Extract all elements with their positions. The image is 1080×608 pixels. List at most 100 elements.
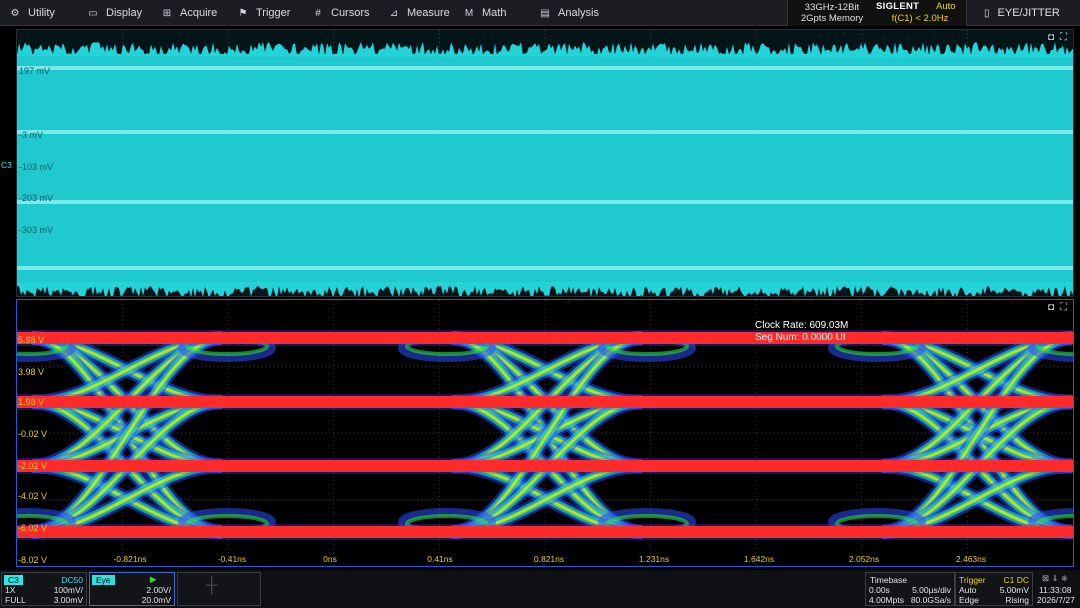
measure-icon: ⊿ (387, 8, 401, 19)
eye-x-label: 2.052ns (834, 554, 894, 564)
y-axis-label: -203 mV (19, 193, 53, 203)
clock-rate-label: Clock Rate: 609.03M (755, 320, 848, 332)
sample-rate: 80.0GSa/s (911, 595, 951, 605)
camera-icon[interactable]: ◘ (1048, 32, 1054, 43)
eye-x-label: 0.41ns (410, 554, 470, 564)
network-icon: ⊠ ⇓ ⎈ (1042, 573, 1068, 583)
monitor-icon: ▭ (86, 8, 100, 19)
acquire-icon: ⊞ (160, 8, 174, 19)
channel-marker[interactable]: C3 (1, 160, 12, 170)
menu-math[interactable]: Μ Math (462, 0, 506, 26)
eye-info: Clock Rate: 609.03M Seg Num: 0.0000 UI (755, 320, 848, 344)
clock-time: 11:33:08 (1039, 585, 1071, 595)
menu-trigger[interactable]: ⚑ Trigger (236, 0, 290, 26)
memory-label: 2Gpts Memory (794, 13, 870, 24)
fullscreen-icon[interactable]: ⛶ (1060, 302, 1067, 313)
timebase-title: Timebase (870, 575, 907, 585)
system-clock: ⊠ ⇓ ⎈ 11:33:08 2026/7/27 (1034, 572, 1080, 606)
timebase-delay: 0.00s (869, 585, 890, 595)
flag-icon: ⚑ (236, 8, 250, 19)
eye-x-label: 1.231ns (624, 554, 684, 564)
bandwidth-label: 33GHz-12Bit (794, 2, 870, 13)
bandwidth-limit: FULL (5, 595, 26, 605)
eye-x-label: 0.821ns (519, 554, 579, 564)
cursor-grid-icon: # (311, 8, 325, 19)
waveform-level-line (17, 130, 1073, 134)
brand-logo: SIGLENT (876, 1, 919, 12)
menu-measure[interactable]: ⊿ Measure (387, 0, 450, 26)
menu-display[interactable]: ▭ Display (86, 0, 142, 26)
menu-utility[interactable]: ⚙ Utility (8, 0, 55, 26)
eye-name: Eye (92, 575, 115, 585)
timebase-settings[interactable]: Timebase 0.00s 5.00µs/div 4.00Mpts 80.0G… (865, 572, 955, 606)
eye-x-label: 2.463ns (941, 554, 1001, 564)
eye-y-label: -0.02 V (18, 429, 47, 439)
math-icon: Μ (462, 8, 476, 19)
eye-y-label: 3.98 V (18, 367, 44, 377)
trigger-type: Edge (959, 595, 979, 605)
eye-y-label: -8.02 V (18, 555, 47, 565)
document-icon: ▯ (984, 8, 990, 19)
waveform-panel[interactable]: 197 mV -3 mV -103 mV -203 mV -303 mV ◘ ⛶ (16, 29, 1074, 297)
trigger-source: C1 DC (1003, 575, 1029, 585)
vertical-offset: 3.00mV (54, 595, 83, 605)
eye-y-label: -2.02 V (18, 461, 47, 471)
eye-x-label: 1.642ns (729, 554, 789, 564)
frequency-readout: f(C1) < 2.0Hz (874, 13, 966, 24)
trigger-title: Trigger (959, 575, 986, 585)
waveform-level-line (17, 200, 1073, 204)
waveform-level-line (17, 66, 1073, 70)
add-channel-slot[interactable]: ┼ (177, 572, 261, 606)
crosshair-icon: ┼ (206, 581, 217, 591)
channel-3-settings[interactable]: C3 DC50 1X 100mV/ FULL 3.00mV (1, 572, 87, 606)
clock-date: 2026/7/27 (1037, 595, 1075, 605)
acquisition-info[interactable]: 33GHz-12Bit 2Gpts Memory SIGLENT Auto f(C… (787, 0, 967, 26)
analysis-icon: ▤ (538, 8, 552, 19)
eye-offset: 20.0mV (142, 595, 171, 605)
probe-label: 1X (5, 585, 15, 595)
menu-acquire[interactable]: ⊞ Acquire (160, 0, 217, 26)
eye-y-label: -4.02 V (18, 491, 47, 501)
y-axis-label: 197 mV (19, 66, 50, 76)
eye-level-band (17, 460, 1073, 472)
menu-cursors[interactable]: # Cursors (311, 0, 370, 26)
fullscreen-icon[interactable]: ⛶ (1060, 32, 1067, 43)
waveform-band (17, 54, 1073, 286)
coupling-label: DC50 (61, 575, 83, 585)
menu-analysis[interactable]: ▤ Analysis (538, 0, 599, 26)
eye-settings[interactable]: Eye ▶ 2.00V/ 20.0mV (89, 572, 175, 606)
y-axis-label: -303 mV (19, 225, 53, 235)
trigger-level: 5.00mV (1000, 585, 1029, 595)
camera-icon[interactable]: ◘ (1048, 302, 1054, 313)
eye-level-band (17, 332, 1073, 344)
vertical-scale: 100mV/ (54, 585, 83, 595)
eye-scale: 2.00V/ (146, 585, 171, 595)
oscilloscope-screen: ⚙ Utility ▭ Display ⊞ Acquire ⚑ Trigger # Cur… (0, 0, 1080, 608)
seg-num-label: Seg Num: 0.0000 UI (755, 332, 848, 344)
eye-diagram-panel[interactable]: 5.98 V 3.98 V 1.98 V -0.02 V -2.02 V -4.02 V -… (16, 299, 1074, 567)
eye-level-band (17, 526, 1073, 538)
eye-x-label: -0.821ns (100, 554, 160, 564)
play-icon: ▶ (150, 574, 157, 584)
channel-name: C3 (4, 575, 23, 585)
trigger-mode-status: Auto (959, 585, 977, 595)
menu-bar: ⚙ Utility ▭ Display ⊞ Acquire ⚑ Trigger # Cur… (0, 0, 1080, 26)
trigger-mode: Auto (936, 1, 956, 12)
memory-depth: 4.00Mpts (869, 595, 904, 605)
eye-y-label: -6.02 V (18, 523, 47, 533)
status-bar: C3 DC50 1X 100mV/ FULL 3.00mV Eye ▶ 2.00… (0, 570, 1080, 608)
eye-jitter-button[interactable]: ▯ EYE/JITTER (976, 0, 1080, 26)
y-axis-label: -103 mV (19, 162, 53, 172)
gear-icon: ⚙ (8, 8, 22, 19)
eye-x-label: 0ns (300, 554, 360, 564)
eye-y-label: 1.98 V (18, 397, 44, 407)
trigger-slope: Rising (1005, 595, 1029, 605)
trigger-settings[interactable]: Trigger C1 DC Auto 5.00mV Edge Rising (955, 572, 1033, 606)
waveform-level-line (17, 266, 1073, 270)
y-axis-label: -3 mV (19, 130, 43, 140)
waveform-plot: 197 mV -3 mV -103 mV -203 mV -303 mV (17, 30, 1073, 296)
eye-diagram-plot: 5.98 V 3.98 V 1.98 V -0.02 V -2.02 V -4.02 V -… (17, 300, 1073, 566)
timebase-scale: 5.00µs/div (912, 585, 951, 595)
eye-x-label: -0.41ns (202, 554, 262, 564)
eye-y-label: 5.98 V (18, 335, 44, 345)
